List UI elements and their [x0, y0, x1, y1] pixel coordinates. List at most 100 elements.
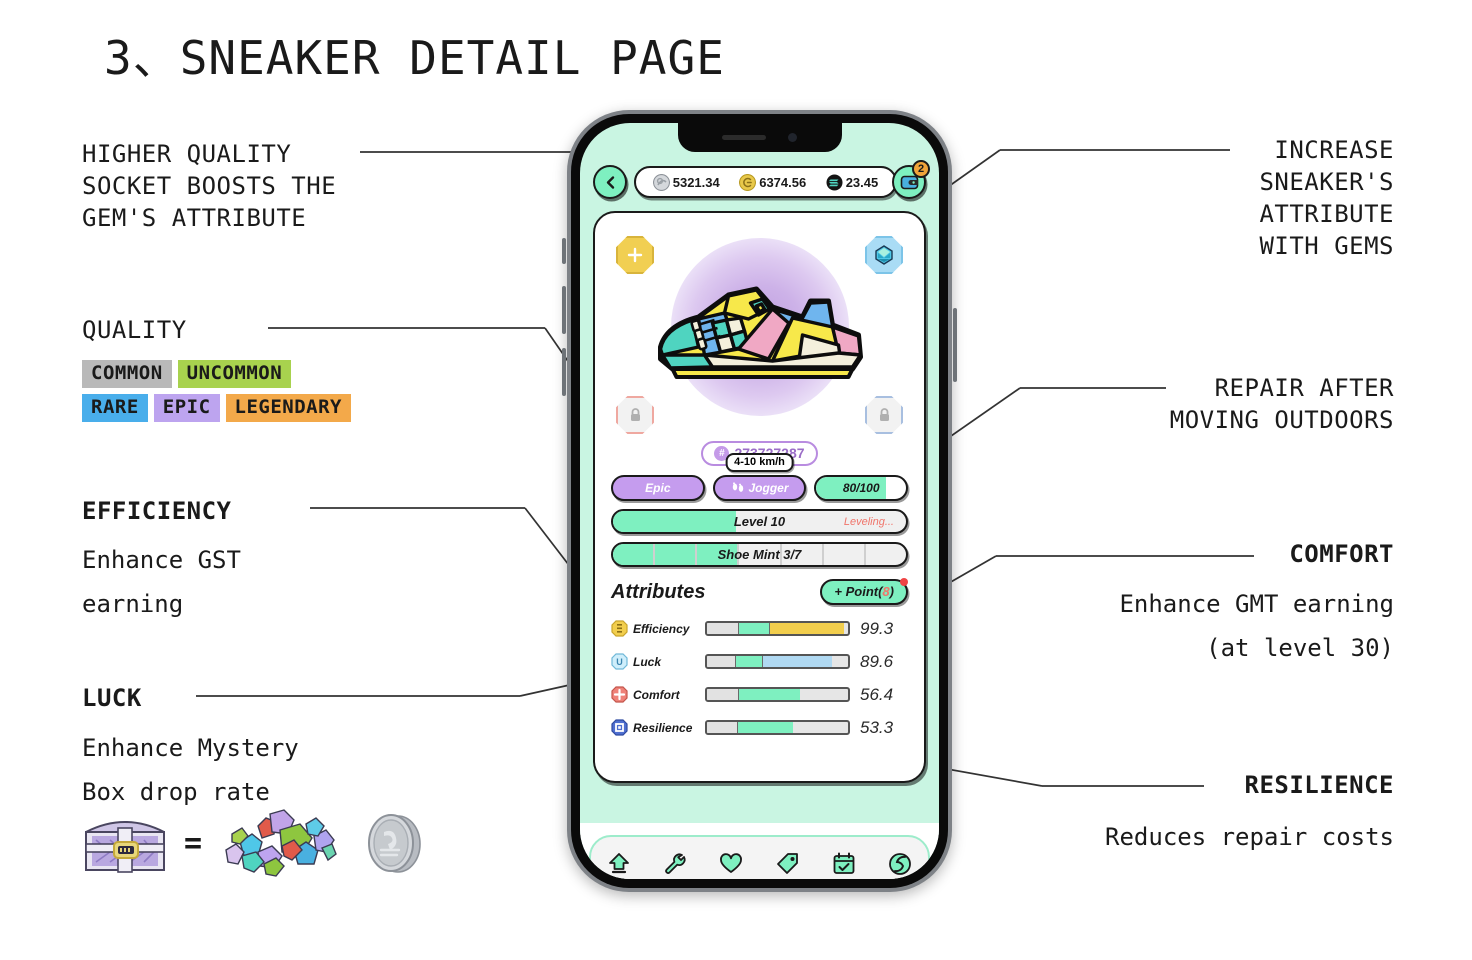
type-badge[interactable]: 4-10 km/h Jogger — [712, 453, 807, 501]
add-point-suffix: ) — [889, 584, 894, 599]
gmt-token-icon — [739, 173, 757, 191]
lock-icon — [879, 408, 889, 421]
sol-balance: 23.45 — [845, 174, 879, 190]
resilience-bar — [705, 720, 850, 735]
annotation-gems-line4: WITH GEMS — [1259, 232, 1394, 260]
sneaker-badge-row: Epic 4-10 km/h Jogger 80/100 — [611, 453, 909, 501]
attribute-row-comfort[interactable]: Comfort 56.4 — [611, 678, 908, 711]
bar-segment-green — [735, 656, 762, 667]
nav-item-mint[interactable]: mint — [704, 851, 758, 880]
front-camera — [788, 133, 797, 142]
bar-segment-base — [707, 689, 739, 700]
gst-token-icon — [652, 173, 670, 191]
volume-down-button[interactable] — [562, 348, 566, 396]
annotation-socket-line2: SOCKET BOOSTS THE — [82, 172, 337, 200]
silent-switch[interactable] — [562, 238, 566, 264]
socket-slot-locked-blue[interactable] — [864, 395, 904, 435]
annotation-comfort-heading: COMFORT — [1289, 540, 1394, 568]
bar-segment-base — [707, 623, 739, 634]
annotation-gems-line3: ATTRIBUTE — [1259, 200, 1394, 228]
annotation-socket-line3: GEM'S ATTRIBUTE — [82, 204, 307, 232]
socket-slot-gem[interactable] — [864, 235, 904, 275]
wallet-notification-badge: 2 — [912, 160, 930, 178]
arrow-up-icon — [609, 852, 629, 873]
annotation-luck-heading: LUCK — [82, 684, 142, 712]
solana-token-icon — [826, 174, 843, 190]
currency-gst[interactable]: 5321.34 — [652, 173, 720, 191]
annotation-repair-line1: REPAIR AFTER — [1214, 374, 1394, 402]
annotation-repair-line2: MOVING OUTDOORS — [1169, 406, 1394, 434]
add-point-button[interactable]: + Point(8) — [820, 578, 908, 605]
annotation-socket-line1: HIGHER QUALITY — [82, 140, 292, 168]
bar-segment-green — [736, 722, 793, 733]
bar-segment-boost — [761, 656, 833, 667]
annotation-comfort-body: Enhance GMT earning (at level 30) — [1119, 582, 1394, 670]
mystery-box-equation: = — [82, 808, 424, 878]
sneaker-info: # 273727287 Epic 4-10 km/h — [595, 441, 924, 744]
annotation-efficiency-line1: Enhance GST — [82, 546, 241, 574]
comfort-bar — [705, 687, 850, 702]
socket-add-shape — [616, 236, 654, 274]
mint-segment — [824, 544, 866, 565]
nav-item-sell[interactable]: Sell — [761, 851, 815, 880]
page-title: 3、SNEAKER DETAIL PAGE — [104, 31, 725, 85]
bar-segment-green — [738, 689, 801, 700]
wallet-button[interactable]: 2 — [892, 160, 930, 199]
attribute-row-luck[interactable]: U Luck 89.6 — [611, 645, 908, 678]
attributes-title: Attributes — [611, 580, 706, 603]
mint-strip — [580, 783, 939, 823]
phone-mockup: 5321.34 6374.56 23.45 2 # Epic 4-10 km/h… — [562, 110, 957, 892]
phone-bezel: 5321.34 6374.56 23.45 2 # Epic 4-10 km/h… — [571, 114, 948, 888]
nav-item-repair[interactable]: repair — [648, 851, 702, 880]
mint-segment — [613, 544, 656, 565]
luck-icon: U — [611, 653, 628, 670]
globe-icon — [888, 852, 911, 875]
luck-value: 89.6 — [860, 651, 894, 671]
quality-badge-epic: EPIC — [153, 394, 220, 422]
power-button[interactable] — [953, 308, 957, 382]
annotation-efficiency-heading: EFFICIENCY — [82, 497, 232, 525]
wrench-icon — [665, 853, 686, 874]
durability-badge[interactable]: 80/100 — [814, 475, 909, 501]
attributes-header: Attributes + Point(8) — [611, 578, 908, 605]
add-point-prefix: + Point( — [834, 584, 883, 599]
socket-gem-shape — [865, 236, 903, 274]
shoe-mint-label: Shoe Mint 3/7 — [717, 547, 802, 562]
annotation-comfort-line1: Enhance GMT earning — [1119, 590, 1394, 618]
volume-up-button[interactable] — [562, 286, 566, 334]
mint-segment — [655, 544, 698, 565]
nav-item-lease[interactable]: Lease — [817, 851, 871, 880]
annotation-resilience-line1: Reduces repair costs — [1105, 823, 1394, 851]
quality-badge-rare: RARE — [82, 394, 148, 422]
luck-label: Luck — [633, 654, 662, 669]
resilience-label: Resilience — [633, 720, 693, 735]
bar-segment-base — [707, 656, 736, 667]
gmt-balance: 6374.56 — [759, 174, 807, 190]
phone-screen: 5321.34 6374.56 23.45 2 # Epic 4-10 km/h… — [580, 123, 939, 879]
currency-sol[interactable]: 23.45 — [826, 174, 879, 191]
shoe-mint-bar[interactable]: Shoe Mint 3/7 — [611, 542, 908, 567]
level-label: Level 10 — [733, 514, 786, 529]
socket-locked-blue-shape — [865, 396, 903, 434]
resilience-icon — [611, 719, 628, 736]
luck-bar — [705, 654, 850, 669]
plus-icon — [627, 247, 643, 263]
attribute-row-efficiency[interactable]: Efficiency 99.3 — [611, 612, 908, 645]
level-progress-bar[interactable]: Level 10 Leveling... — [611, 509, 908, 534]
quality-badge-common: COMMON — [82, 360, 172, 388]
comfort-icon — [611, 686, 628, 703]
annotation-gems-line1: INCREASE — [1274, 136, 1394, 164]
socket-slot-add[interactable] — [615, 235, 655, 275]
socket-slot-locked-red[interactable] — [615, 395, 655, 435]
nav-item-transfer[interactable]: Transfer — [873, 851, 927, 880]
attribute-row-resilience[interactable]: Resilience 53.3 — [611, 711, 908, 744]
currency-gmt[interactable]: 6374.56 — [739, 173, 807, 191]
notification-dot — [900, 578, 908, 586]
annotation-gems: INCREASE SNEAKER'S ATTRIBUTE WITH GEMS — [1259, 134, 1394, 262]
back-button[interactable] — [593, 165, 627, 199]
quality-badge[interactable]: Epic — [611, 475, 705, 501]
tag-icon — [776, 852, 798, 874]
sneaker-image — [657, 286, 863, 379]
efficiency-icon — [611, 620, 628, 637]
nav-item-level-up[interactable]: Level up — [592, 851, 646, 880]
